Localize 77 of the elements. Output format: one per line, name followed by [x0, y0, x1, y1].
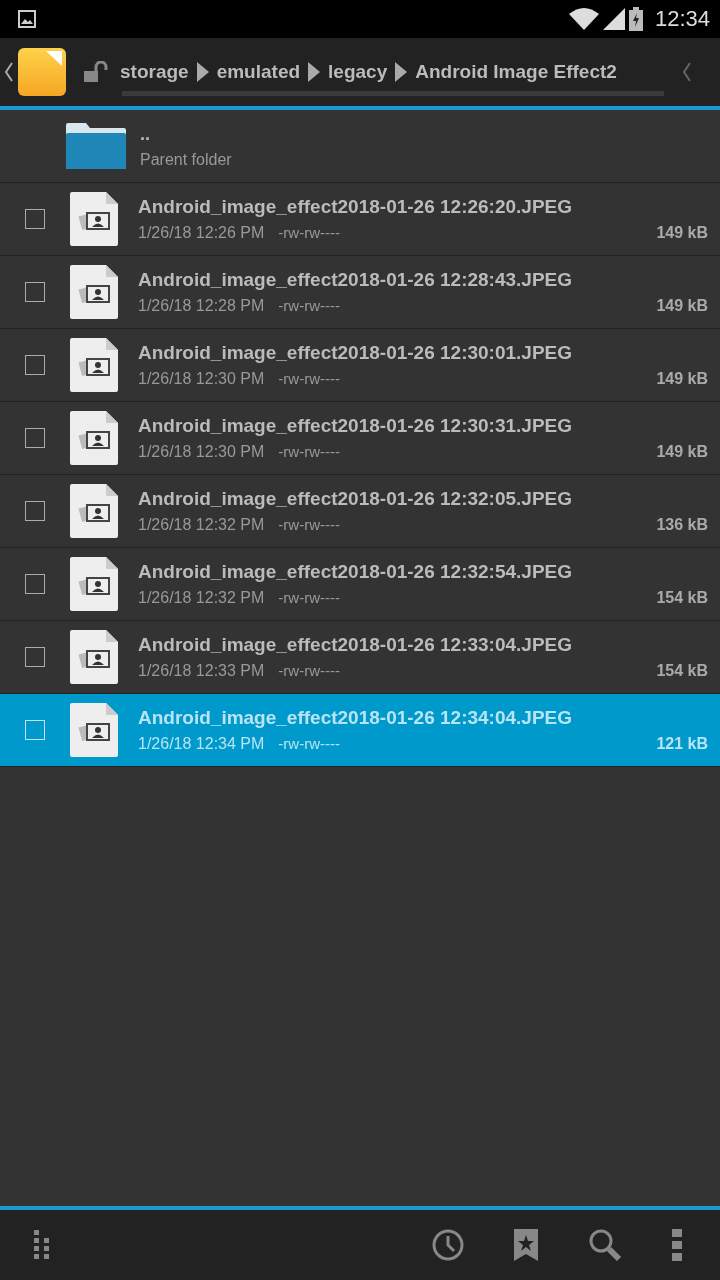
file-row[interactable]: Android_image_effect2018-01-26 12:26:20.JPEG 1/26/18 12:26 PM -rw-rw---- 149 kB [0, 183, 720, 256]
file-permissions: -rw-rw---- [278, 662, 340, 679]
checkbox[interactable] [25, 355, 45, 375]
file-size: 121 kB [656, 735, 708, 753]
search-icon[interactable] [588, 1228, 622, 1262]
file-row[interactable]: Android_image_effect2018-01-26 12:30:31.JPEG 1/26/18 12:30 PM -rw-rw---- 149 kB [0, 402, 720, 475]
signal-icon [602, 8, 625, 30]
image-file-icon [70, 411, 118, 465]
file-name: Android_image_effect2018-01-26 12:32:54.JPEG [138, 561, 574, 583]
bookmark-star-icon[interactable] [514, 1229, 538, 1261]
file-date: 1/26/18 12:26 PM [138, 224, 265, 242]
grid-menu-icon[interactable] [34, 1230, 52, 1260]
breadcrumb[interactable]: emulated [216, 60, 301, 83]
file-name: Android_image_effect2018-01-26 12:32:05.JPEG [138, 488, 574, 510]
file-date: 1/26/18 12:32 PM [138, 516, 265, 534]
checkbox[interactable] [25, 647, 45, 667]
file-row[interactable]: Android_image_effect2018-01-26 12:30:01.JPEG 1/26/18 12:30 PM -rw-rw---- 149 kB [0, 329, 720, 402]
battery-icon [628, 7, 643, 31]
file-permissions: -rw-rw---- [278, 589, 340, 606]
breadcrumb[interactable]: legacy [328, 60, 388, 83]
file-row[interactable]: Android_image_effect2018-01-26 12:28:43.JPEG 1/26/18 12:28 PM -rw-rw---- 149 kB [0, 256, 720, 329]
checkbox[interactable] [25, 282, 45, 302]
file-name: Android_image_effect2018-01-26 12:30:01.JPEG [138, 342, 574, 364]
file-name: Android_image_effect2018-01-26 12:34:04.JPEG [138, 707, 574, 729]
checkbox[interactable] [25, 501, 45, 521]
file-permissions: -rw-rw---- [278, 224, 340, 241]
image-file-icon [70, 557, 118, 611]
file-date: 1/26/18 12:30 PM [138, 443, 265, 461]
file-row[interactable]: Android_image_effect2018-01-26 12:32:05.JPEG 1/26/18 12:32 PM -rw-rw---- 136 kB [0, 475, 720, 548]
parent-folder-row[interactable]: .. Parent folder [0, 110, 720, 183]
file-date: 1/26/18 12:34 PM [138, 735, 265, 753]
parent-folder-name: .. [140, 123, 151, 145]
file-permissions: -rw-rw---- [278, 443, 340, 460]
file-permissions: -rw-rw---- [278, 516, 340, 533]
triangle-right-icon [395, 61, 408, 82]
chevron-left-icon[interactable] [4, 61, 14, 83]
file-size: 136 kB [656, 516, 708, 534]
more-options-icon[interactable] [672, 1229, 682, 1261]
parent-folder-label: Parent folder [140, 150, 233, 169]
wifi-icon [568, 8, 599, 30]
image-file-icon [70, 265, 118, 319]
unlock-icon[interactable] [84, 61, 108, 83]
file-name: Android_image_effect2018-01-26 12:28:43.JPEG [138, 269, 574, 291]
file-permissions: -rw-rw---- [278, 370, 340, 387]
checkbox[interactable] [25, 209, 45, 229]
file-date: 1/26/18 12:30 PM [138, 370, 265, 388]
file-date: 1/26/18 12:32 PM [138, 589, 265, 607]
file-name: Android_image_effect2018-01-26 12:30:31.JPEG [138, 415, 574, 437]
file-name: Android_image_effect2018-01-26 12:26:20.JPEG [138, 196, 574, 218]
image-file-icon [70, 484, 118, 538]
image-file-icon [70, 338, 118, 392]
image-file-icon [70, 192, 118, 246]
clock-icon[interactable] [432, 1229, 464, 1261]
file-size: 149 kB [656, 224, 708, 242]
file-row[interactable]: Android_image_effect2018-01-26 12:32:54.JPEG 1/26/18 12:32 PM -rw-rw---- 154 kB [0, 548, 720, 621]
checkbox[interactable] [25, 720, 45, 740]
clock-time: 12:34 [654, 6, 710, 32]
breadcrumb[interactable]: storage [120, 60, 189, 83]
image-icon [18, 10, 36, 28]
file-date: 1/26/18 12:28 PM [138, 297, 265, 315]
checkbox[interactable] [25, 574, 45, 594]
file-size: 154 kB [656, 589, 708, 607]
checkbox[interactable] [25, 428, 45, 448]
file-size: 154 kB [656, 662, 708, 680]
file-date: 1/26/18 12:33 PM [138, 662, 265, 680]
file-size: 149 kB [656, 297, 708, 315]
triangle-right-icon [308, 61, 321, 82]
image-file-icon [70, 703, 118, 757]
breadcrumb[interactable]: Android Image Effect2 [415, 60, 617, 83]
image-file-icon [70, 630, 118, 684]
file-permissions: -rw-rw---- [278, 735, 340, 752]
file-size: 149 kB [656, 443, 708, 461]
folder-icon [66, 123, 126, 169]
file-name: Android_image_effect2018-01-26 12:33:04.JPEG [138, 634, 574, 656]
triangle-right-icon [196, 61, 209, 82]
file-size: 149 kB [656, 370, 708, 388]
file-permissions: -rw-rw---- [278, 297, 340, 314]
